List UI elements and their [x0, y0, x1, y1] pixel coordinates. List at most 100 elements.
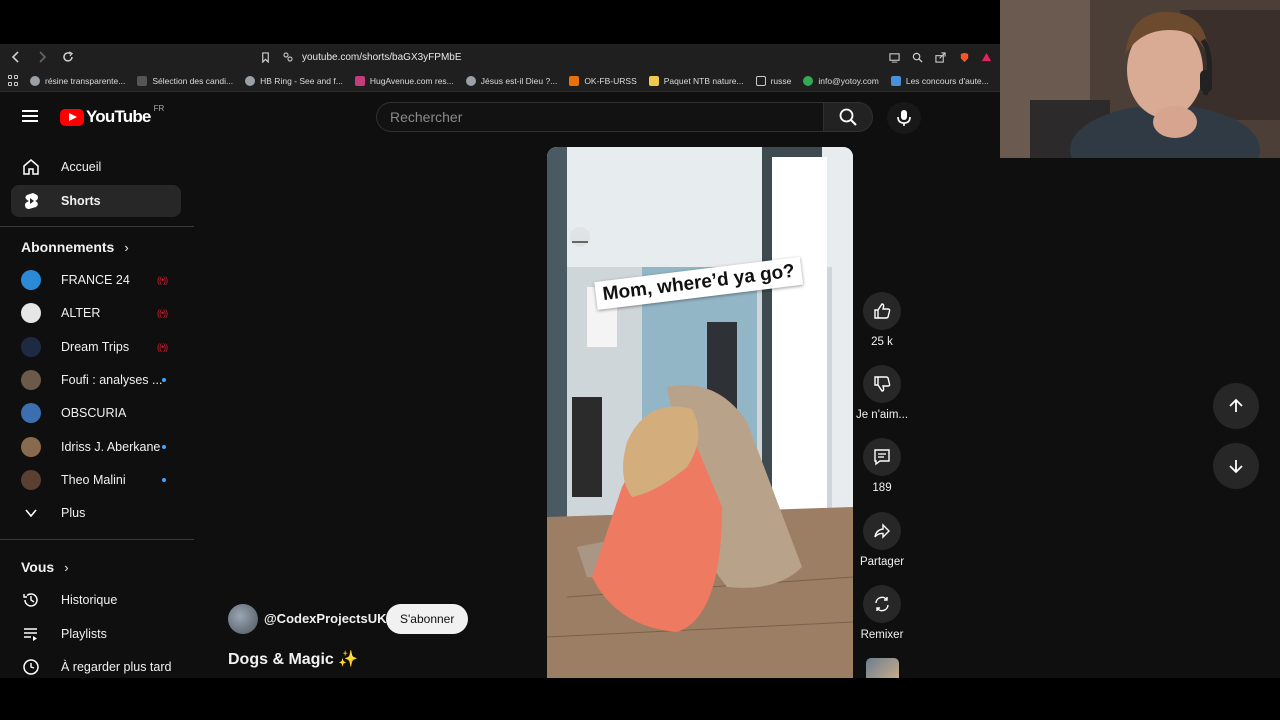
bookmark-item[interactable]: résine transparente... — [30, 75, 125, 86]
subscription-idriss-aberkane[interactable]: Idriss J. Aberkane — [11, 431, 181, 463]
bookmark-item[interactable]: HB Ring - See and f... — [245, 75, 343, 86]
reload-icon — [63, 51, 74, 62]
shorts-icon — [21, 191, 41, 211]
dislike-action: Je n'aim... — [856, 365, 908, 421]
screen-icon — [888, 52, 900, 63]
screen-top-bar — [0, 0, 1000, 44]
subscription-france-24[interactable]: FRANCE 24 ((•)) — [11, 264, 181, 296]
forward-button[interactable] — [32, 47, 52, 67]
bookmark-item[interactable]: OK-FB-URSS — [569, 75, 637, 86]
subscription-dream-trips[interactable]: Dream Trips ((•)) — [11, 331, 181, 363]
sidebar-item-watch-later[interactable]: À regarder plus tard — [11, 651, 181, 678]
logo-text: YouTube — [86, 107, 151, 126]
globe-icon — [465, 75, 476, 86]
site-settings-icon — [283, 52, 293, 62]
back-button[interactable] — [6, 47, 26, 67]
bookmark-item[interactable]: info@yotoy.com — [803, 75, 879, 86]
thumbs-up-icon — [874, 303, 891, 319]
arrow-up-icon — [1229, 398, 1243, 412]
share-action: Partager — [858, 512, 906, 568]
like-button[interactable] — [863, 292, 901, 330]
sidebar-item-accueil[interactable]: Accueil — [11, 151, 181, 183]
menu-button[interactable] — [20, 107, 42, 127]
heart-icon — [354, 75, 365, 86]
channel-avatar — [21, 303, 41, 323]
remix-action: Remixer — [858, 585, 906, 641]
dislike-button[interactable] — [863, 365, 901, 403]
globe-icon — [30, 75, 40, 86]
channel-avatar — [21, 403, 41, 423]
home-icon — [21, 157, 41, 177]
country-code: FR — [153, 103, 165, 113]
subscription-foufi[interactable]: Foufi : analyses ... — [11, 364, 181, 396]
voice-search-button[interactable] — [887, 102, 921, 134]
subscription-theo-malini[interactable]: Theo Malini — [11, 464, 181, 496]
bookmark-item[interactable]: HugAvenue.com res... — [354, 75, 454, 86]
subscription-obscuria[interactable]: OBSCURIA — [11, 397, 181, 429]
browser-toolbar: youtube.com/shorts/baGX3yFPMbE — [0, 44, 1000, 70]
streamer-image — [1000, 0, 1280, 158]
subscription-alter[interactable]: ALTER ((•)) — [11, 297, 181, 329]
share-page-button[interactable] — [932, 49, 948, 65]
remix-button[interactable] — [863, 585, 901, 623]
sound-thumbnail[interactable] — [866, 658, 899, 678]
bookmark-item[interactable]: Les concours d'aute... — [890, 75, 989, 86]
thumbs-down-icon — [874, 376, 891, 392]
reload-button[interactable] — [58, 47, 78, 67]
next-short-button[interactable] — [1213, 443, 1259, 489]
sidebar-item-history[interactable]: Historique — [11, 584, 181, 616]
page-icon — [137, 75, 148, 86]
channel-name[interactable]: @CodexProjectsUK — [264, 611, 386, 626]
video-frame — [547, 147, 853, 678]
bookmark-item[interactable]: Jésus est-il Dieu ?... — [465, 75, 557, 86]
webcam-overlay — [1000, 0, 1280, 158]
sidebar-item-shorts[interactable]: Shorts — [11, 185, 181, 217]
bookmark-item[interactable]: Paquet NTB nature... — [648, 75, 744, 86]
channel-avatar — [21, 370, 41, 390]
remix-label: Remixer — [860, 629, 904, 641]
sidebar-divider — [0, 539, 194, 540]
bookmarks-bar: résine transparente... Sélection des can… — [0, 70, 1000, 92]
youtube-logo[interactable]: YouTube FR — [60, 103, 165, 127]
search-box — [376, 102, 824, 132]
like-action: 25 k — [858, 292, 906, 348]
remix-icon — [875, 596, 889, 612]
subscribe-button[interactable]: S'abonner — [386, 604, 469, 634]
bookmark-folder[interactable]: russe — [755, 75, 791, 86]
bookmark-page-button[interactable] — [257, 49, 273, 65]
previous-short-button[interactable] — [1213, 383, 1259, 429]
bookmark-item[interactable]: Sélection des candi... — [137, 75, 233, 86]
comments-button[interactable] — [863, 438, 901, 476]
chevron-left-icon — [11, 51, 19, 63]
search-button[interactable] — [823, 102, 873, 132]
new-content-dot — [162, 378, 166, 382]
leaf-icon — [648, 75, 659, 86]
channel-avatar[interactable] — [228, 604, 258, 634]
new-content-dot — [162, 445, 166, 449]
cast-button[interactable] — [886, 49, 902, 65]
new-content-dot — [162, 478, 166, 482]
channel-avatar — [21, 437, 41, 457]
subscriptions-heading[interactable]: Abonnements › — [21, 239, 129, 255]
arrow-down-icon — [1229, 460, 1243, 474]
short-video-player[interactable] — [547, 147, 853, 678]
comment-icon — [874, 449, 890, 466]
screen-bottom-bar — [0, 678, 1280, 720]
comments-action: 189 — [858, 438, 906, 494]
live-icon: ((•)) — [157, 342, 168, 352]
search-input[interactable] — [377, 103, 824, 131]
youtube-play-icon — [60, 108, 84, 126]
brave-shields-button[interactable] — [956, 49, 972, 65]
share-label: Partager — [859, 556, 905, 568]
share-button[interactable] — [863, 512, 901, 550]
chevron-right-icon: › — [64, 559, 69, 575]
sidebar-show-more[interactable]: Plus — [11, 497, 181, 529]
url-bar[interactable]: youtube.com/shorts/baGX3yFPMbE — [282, 48, 462, 66]
sidebar-item-playlists[interactable]: Playlists — [11, 618, 181, 650]
you-heading[interactable]: Vous › — [21, 559, 69, 575]
brave-rewards-button[interactable] — [978, 49, 994, 65]
sidebar-divider — [0, 226, 194, 227]
like-count: 25 k — [871, 336, 893, 348]
apps-grid-icon[interactable] — [8, 74, 18, 87]
zoom-button[interactable] — [909, 49, 925, 65]
